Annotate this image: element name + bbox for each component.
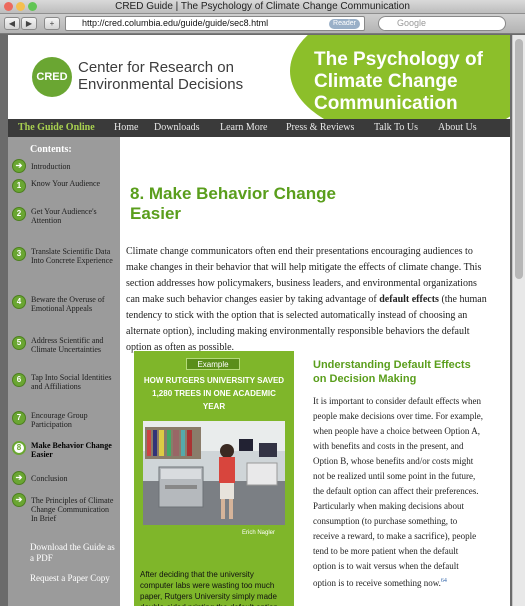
sidebar-item-label: Make Behavior Change Easier	[31, 441, 112, 459]
example-box: Example HOW RUTGERS UNIVERSITY SAVED 1,2…	[134, 351, 294, 606]
computer-lab-photo	[143, 421, 285, 525]
body-text: It is important to consider default effe…	[313, 396, 483, 588]
minimize-window-icon[interactable]	[16, 2, 25, 11]
footnote-link[interactable]: 64	[441, 578, 447, 584]
nav-press-reviews[interactable]: Press & Reviews	[286, 119, 354, 137]
site-title: The Psychology of Climate Change Communi…	[314, 49, 483, 114]
number-badge: 4	[12, 295, 26, 309]
reader-button[interactable]: Reader	[329, 19, 360, 29]
add-bookmark-button[interactable]: +	[44, 17, 60, 30]
sidebar-item-label: Translate Scientific Data Into Concrete …	[31, 247, 113, 265]
back-button[interactable]: ◀	[4, 17, 20, 30]
main-content: 8. Make Behavior Change Easier Climate c…	[126, 137, 494, 606]
sidebar-item-label: Address Scientific and Climate Uncertain…	[31, 336, 104, 354]
arrow-icon: ➔	[12, 159, 26, 173]
intro-term: default effects	[379, 294, 439, 305]
sidebar-item-label: Get Your Audience's Attention	[31, 207, 97, 225]
nav-guide-online[interactable]: The Guide Online	[18, 119, 95, 137]
number-badge: 1	[12, 179, 26, 193]
sidebar-item-label: Know Your Audience	[31, 179, 101, 188]
contents-sidebar: Contents: ➔ Introduction 1 Know Your Aud…	[8, 137, 120, 606]
example-headline: HOW RUTGERS UNIVERSITY SAVED 1,280 TREES…	[143, 376, 285, 411]
sidebar-item-label: Tap Into Social Identities and Affiliati…	[31, 373, 112, 391]
number-badge: 6	[12, 373, 26, 387]
number-badge: 5	[12, 336, 26, 350]
url-text: http://cred.columbia.edu/guide/guide/sec…	[82, 18, 269, 28]
sidebar-item-label: Beware the Overuse of Emotional Appeals	[31, 295, 105, 313]
download-pdf-link[interactable]: Download the Guide as a PDF	[30, 542, 116, 564]
scrollbar-thumb[interactable]	[515, 39, 523, 279]
example-body: After deciding that the university compu…	[140, 570, 278, 606]
cred-logo[interactable]: CRED	[32, 57, 72, 97]
nav-about-us[interactable]: About Us	[438, 119, 477, 137]
number-badge: 7	[12, 411, 26, 425]
number-badge: 3	[12, 247, 26, 261]
section-subheading: Understanding Default Effects on Decisio…	[313, 359, 471, 385]
request-paper-link[interactable]: Request a Paper Copy	[30, 573, 116, 584]
nav-learn-more[interactable]: Learn More	[220, 119, 267, 137]
search-placeholder: Google	[397, 18, 427, 28]
page-scrollbar[interactable]	[512, 35, 525, 606]
url-field[interactable]: http://cred.columbia.edu/guide/guide/sec…	[65, 16, 365, 31]
nav-home[interactable]: Home	[114, 119, 138, 137]
sidebar-item-label: Encourage Group Participation	[31, 411, 88, 429]
page-title: 8. Make Behavior Change Easier	[130, 184, 336, 223]
close-window-icon[interactable]	[4, 2, 13, 11]
number-badge: 2	[12, 207, 26, 221]
site-navbar: The Guide Online Home Downloads Learn Mo…	[8, 119, 510, 137]
sidebar-item-label: Introduction	[31, 162, 71, 171]
browser-toolbar: ◀ ▶ + http://cred.columbia.edu/guide/gui…	[0, 14, 525, 34]
body-paragraph: It is important to consider default effe…	[313, 394, 483, 591]
example-photo	[143, 421, 285, 525]
site-header: CRED Center for Research on Environmenta…	[8, 35, 510, 119]
forward-button[interactable]: ▶	[21, 17, 37, 30]
intro-paragraph: Climate change communicators often end t…	[126, 244, 490, 356]
arrow-icon: ➔	[12, 471, 26, 485]
search-field[interactable]: Google	[378, 16, 506, 31]
sidebar-item-label: Conclusion	[31, 474, 68, 483]
window-title: CRED Guide | The Psychology of Climate C…	[115, 1, 410, 12]
page-viewport: CRED Center for Research on Environmenta…	[0, 35, 512, 606]
number-badge: 8	[12, 441, 26, 455]
window-titlebar: CRED Guide | The Psychology of Climate C…	[0, 0, 525, 14]
contents-heading: Contents:	[30, 144, 72, 155]
page: CRED Center for Research on Environmenta…	[8, 35, 510, 606]
photo-credit: Erich Nagler	[242, 530, 276, 536]
arrow-icon: ➔	[12, 493, 26, 507]
org-name[interactable]: Center for Research on Environmental Dec…	[78, 59, 278, 93]
zoom-window-icon[interactable]	[28, 2, 37, 11]
example-tag: Example	[186, 358, 240, 370]
nav-downloads[interactable]: Downloads	[154, 119, 200, 137]
nav-talk-to-us[interactable]: Talk To Us	[374, 119, 418, 137]
sidebar-item-label: The Principles of Climate Change Communi…	[31, 496, 114, 523]
